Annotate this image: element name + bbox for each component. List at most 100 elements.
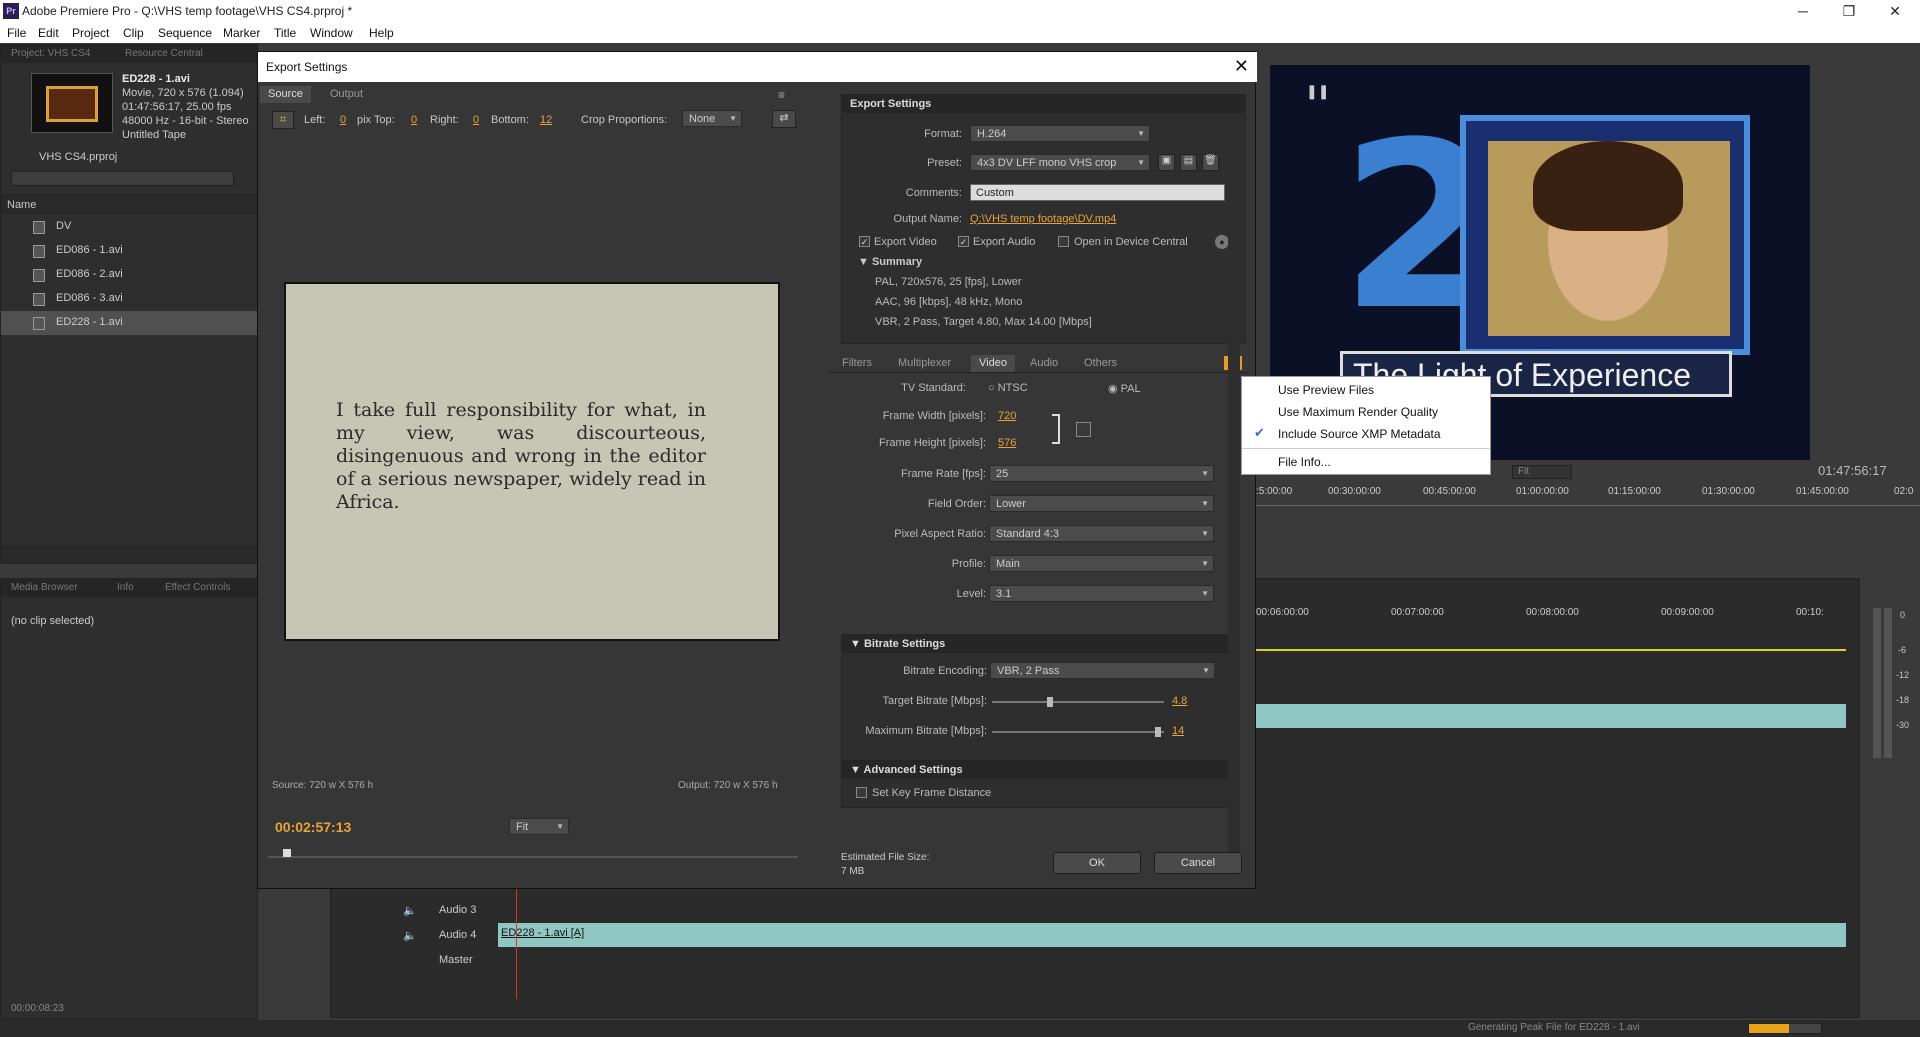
crop-proportions-dropdown[interactable]: None [682,110,742,127]
menu-help[interactable]: Help [369,26,394,40]
tab-info[interactable]: Info [117,582,134,593]
tab-source[interactable]: Source [260,86,311,103]
speaker-icon[interactable]: 🔈 [403,904,417,917]
tab-media-browser[interactable]: Media Browser [11,582,78,593]
tab-resource-central[interactable]: Resource Central [125,48,203,59]
status-bar: Generating Peak File for ED228 - 1.avi [0,1020,1920,1037]
menu-clip[interactable]: Clip [123,26,144,40]
max-bitrate-value[interactable]: 14 [1172,725,1184,737]
close-icon[interactable]: ✕ [1872,1,1918,21]
menu-include-xmp-metadata[interactable]: Include Source XMP Metadata [1278,427,1441,441]
format-dropdown[interactable]: H.264 [970,125,1150,142]
comments-input[interactable]: Custom [970,184,1225,201]
speaker-icon[interactable]: 🔈 [403,929,417,942]
tab-project[interactable]: Project: VHS CS4 [11,48,90,59]
zoom-fit-dropdown[interactable]: Fit [509,818,569,835]
audio-4-clip[interactable]: ED228 - 1.avi [A] [498,923,1846,947]
crop-tool-icon[interactable]: ⌗ [272,111,294,129]
preset-dropdown[interactable]: 4x3 DV LFF mono VHS crop [970,154,1150,171]
tab-effect-controls[interactable]: Effect Controls [165,582,230,593]
bitrate-encoding-dropdown[interactable]: VBR, 2 Pass [990,662,1215,679]
work-area-bar[interactable] [1256,649,1846,651]
menu-edit[interactable]: Edit [38,26,59,40]
summary-toggle[interactable]: ▼ Summary [858,256,922,268]
video-track-clip[interactable] [1256,704,1846,728]
column-header[interactable]: Name [1,195,257,213]
tab-video[interactable]: Video [971,355,1015,372]
minimize-icon[interactable]: ─ [1780,1,1826,21]
project-item[interactable]: DV [1,215,257,239]
menu-project[interactable]: Project [72,26,109,40]
frame-width-value[interactable]: 720 [998,410,1016,422]
open-device-central-checkbox[interactable] [1058,236,1069,247]
lock-dimensions-checkbox[interactable] [1076,422,1091,437]
track-label-master: Master [439,954,473,966]
swap-icon[interactable]: ⇄ [772,110,796,128]
menu-sequence[interactable]: Sequence [158,26,212,40]
keyframe-checkbox[interactable] [856,787,867,798]
source-preview-frame[interactable]: I take full responsibility for what, in … [284,282,780,641]
tab-audio[interactable]: Audio [1022,355,1066,372]
frame-height-value[interactable]: 576 [998,437,1016,449]
project-item[interactable]: ED228 - 1.avi [1,311,257,335]
scrubber-handle[interactable] [283,849,291,857]
crop-bottom-value[interactable]: 12 [540,114,552,126]
preview-timecode[interactable]: 00:02:57:13 [275,819,351,835]
delete-preset-icon[interactable]: 🗑 [1202,154,1219,171]
menu-title[interactable]: Title [274,26,296,40]
maximize-icon[interactable]: ❐ [1826,1,1872,21]
tab-others[interactable]: Others [1076,355,1125,372]
crop-left-value[interactable]: 0 [340,114,346,126]
estimated-size-label: Estimated File Size: [841,852,930,863]
playhead[interactable] [516,879,517,999]
menu-file-info[interactable]: File Info... [1278,455,1331,469]
crop-right-value[interactable]: 0 [473,114,479,126]
pal-radio[interactable]: ◉ PAL [1108,382,1141,395]
advanced-header[interactable]: ▼ Advanced Settings [842,761,1231,779]
preview-scrubber[interactable] [268,856,798,858]
target-bitrate-slider[interactable] [992,697,1164,707]
panel-menu-icon[interactable]: ≡ [778,88,785,102]
output-name-link[interactable]: Q:\VHS temp footage\DV.mp4 [970,213,1116,225]
tab-output[interactable]: Output [322,86,371,103]
menu-file[interactable]: File [7,26,26,40]
project-panel: Project: VHS CS4 Resource Central ED228 … [0,44,258,564]
menu-use-preview-files[interactable]: Use Preview Files [1278,383,1374,397]
clip-name: ED228 - 1.avi [122,73,190,85]
menu-use-max-render-quality[interactable]: Use Maximum Render Quality [1278,405,1438,419]
tab-multiplexer[interactable]: Multiplexer [890,355,959,372]
field-order-dropdown[interactable]: Lower [989,495,1214,512]
max-bitrate-slider[interactable] [992,727,1164,737]
checkmark-icon: ✔ [1254,425,1265,440]
ok-button[interactable]: OK [1053,852,1141,874]
menu-marker[interactable]: Marker [223,26,260,40]
program-timecode: 01:47:56:17 [1818,463,1887,478]
import-preset-icon[interactable]: ▤ [1180,154,1197,171]
menu-window[interactable]: Window [310,26,353,40]
dialog-close-icon[interactable]: ✕ [1234,56,1249,77]
project-item[interactable]: ED086 - 2.avi [1,263,257,287]
profile-dropdown[interactable]: Main [989,555,1214,572]
cancel-button[interactable]: Cancel [1154,852,1242,874]
project-search-input[interactable] [11,171,234,186]
save-preset-icon[interactable]: ▣ [1158,154,1175,171]
project-item[interactable]: ED086 - 1.avi [1,239,257,263]
pixel-aspect-dropdown[interactable]: Standard 4:3 [989,525,1214,542]
frame-rate-dropdown[interactable]: 25 [989,465,1214,482]
ntsc-radio[interactable]: ○ NTSC [988,382,1028,394]
clip-info-1: Movie, 720 x 576 (1.094) [122,87,244,99]
device-central-icon[interactable]: ● [1215,235,1229,249]
program-time-ruler[interactable]: :5:00:00 00:30:00:00 00:45:00:00 01:00:0… [1256,486,1920,506]
peak-progress-bar [1748,1023,1822,1034]
program-fit-dropdown[interactable]: Fit [1512,465,1572,479]
settings-scrollbar[interactable] [1228,162,1240,872]
tab-filters[interactable]: Filters [834,355,880,372]
project-item[interactable]: ED086 - 3.avi [1,287,257,311]
target-bitrate-value[interactable]: 4.8 [1172,695,1187,707]
crop-top-value[interactable]: 0 [411,114,417,126]
timeline-ruler[interactable]: 00:06:00:00 00:07:00:00 00:08:00:00 00:0… [1256,607,1846,627]
bitrate-header[interactable]: ▼ Bitrate Settings [842,635,1231,653]
export-video-checkbox[interactable]: ✓ [859,236,870,247]
level-dropdown[interactable]: 3.1 [989,585,1214,602]
export-audio-checkbox[interactable]: ✓ [958,236,969,247]
